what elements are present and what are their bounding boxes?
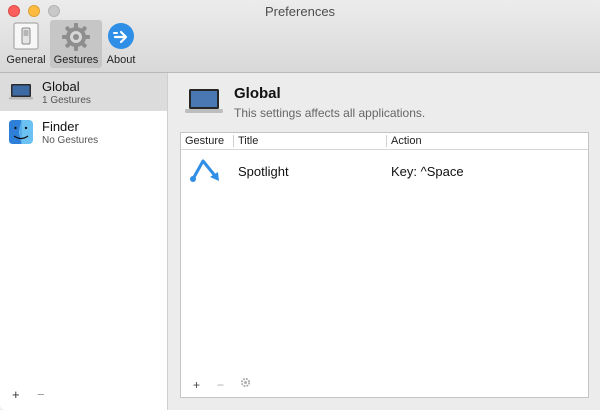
column-header-action[interactable]: Action: [391, 133, 422, 149]
general-tab-button[interactable]: General: [5, 20, 47, 68]
sidebar-item-finder[interactable]: Finder No Gestures: [0, 113, 167, 151]
sidebar-item-subtitle: No Gestures: [42, 135, 99, 146]
laptop-icon: [185, 87, 223, 120]
sidebar-remove-button[interactable]: −: [37, 387, 45, 402]
column-header-gesture[interactable]: Gesture: [185, 133, 224, 149]
sidebar-item-title: Global: [42, 79, 80, 94]
row-action: Key: ^Space: [391, 164, 464, 179]
column-header-title[interactable]: Title: [238, 133, 258, 149]
gear-icon[interactable]: [240, 377, 251, 391]
toolbar: Preferences General Gestures About: [0, 0, 600, 73]
sidebar-item-global[interactable]: Global 1 Gestures: [0, 73, 167, 111]
laptop-icon: [8, 79, 34, 106]
gear-icon: [61, 22, 91, 55]
page-title: Global: [234, 85, 281, 102]
forward-arrow-icon: [107, 22, 135, 53]
preferences-window: Preferences General Gestures About Globa…: [0, 0, 600, 410]
gestures-tab-button[interactable]: Gestures: [50, 20, 102, 68]
column-divider: [233, 135, 234, 147]
add-gesture-button[interactable]: +: [193, 378, 200, 392]
gestures-tab-label: Gestures: [53, 54, 99, 66]
finder-icon: [8, 119, 34, 148]
main-content: Global This settings affects all applica…: [168, 73, 600, 410]
page-subtitle: This settings affects all applications.: [234, 106, 426, 120]
about-tab-button[interactable]: About: [104, 20, 138, 68]
sidebar-item-title: Finder: [42, 119, 79, 134]
column-divider: [386, 135, 387, 147]
row-title: Spotlight: [238, 164, 289, 179]
remove-gesture-button[interactable]: −: [217, 378, 224, 392]
sidebar-add-button[interactable]: +: [12, 387, 20, 402]
sidebar: Global 1 Gestures Finder No Gestures + −: [0, 73, 168, 410]
gesture-table: Gesture Title Action Spotlight Key: ^Spa…: [180, 132, 589, 398]
general-tab-label: General: [6, 54, 46, 66]
gesture-up-down-icon: [189, 155, 225, 188]
window-title: Preferences: [264, 4, 336, 19]
switch-icon: [13, 22, 39, 53]
sidebar-item-subtitle: 1 Gestures: [42, 95, 91, 106]
about-tab-label: About: [106, 54, 136, 66]
